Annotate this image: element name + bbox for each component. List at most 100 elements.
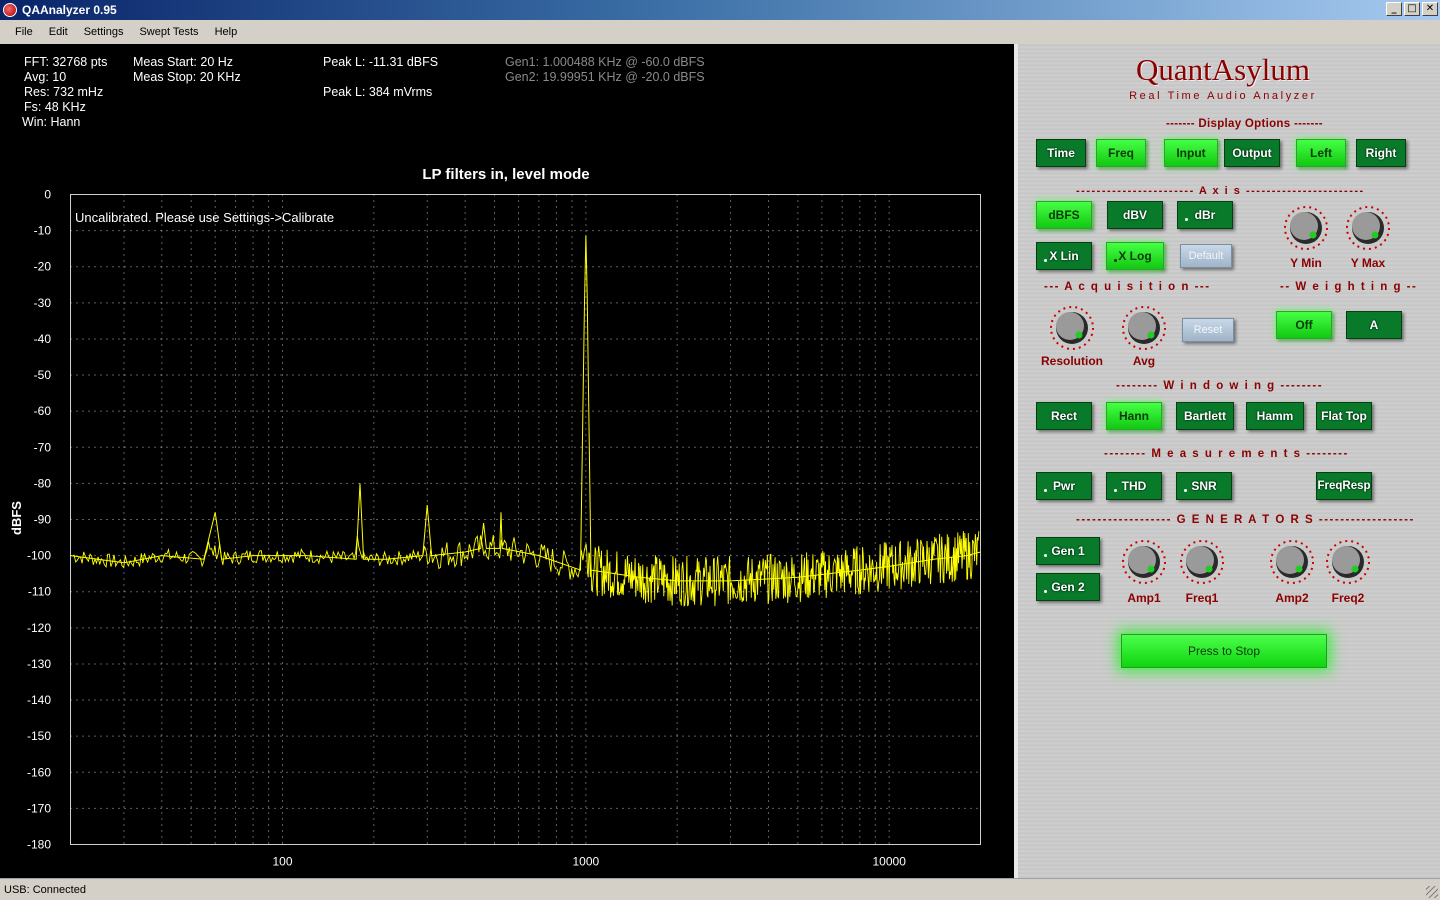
- y-tick-label: -110: [28, 585, 51, 599]
- generators-header: ------------------ G E N E R A T O R S -…: [1076, 514, 1415, 526]
- maximize-button[interactable]: □: [1404, 2, 1420, 16]
- noise-floor-trace: [72, 531, 980, 607]
- freq2-knob[interactable]: [1326, 540, 1370, 584]
- input-button[interactable]: Input: [1164, 139, 1218, 167]
- y-tick-label: -150: [27, 729, 51, 743]
- windowing-header: -------- W i n d o w i n g --------: [1116, 380, 1324, 392]
- amp1-label: Amp1: [1127, 591, 1161, 605]
- avg-knob[interactable]: [1122, 306, 1166, 350]
- resolution-label: Resolution: [1041, 354, 1103, 368]
- snr-indicator: [1184, 489, 1187, 492]
- close-button[interactable]: ✕: [1422, 2, 1438, 16]
- reset-button[interactable]: Reset: [1182, 318, 1234, 342]
- y-tick-label: -120: [27, 621, 51, 635]
- menu-settings[interactable]: Settings: [76, 26, 132, 38]
- hamm-window-button[interactable]: Hamm: [1246, 402, 1304, 430]
- dbr-indicator: [1185, 218, 1188, 221]
- x-lin-indicator: [1044, 259, 1047, 262]
- press-to-stop-button[interactable]: Press to Stop: [1121, 634, 1327, 668]
- thd-indicator: [1114, 489, 1117, 492]
- acquisition-header: --- A c q u i s i t i o n ---: [1044, 281, 1211, 293]
- axis-header: ----------------------- A x i s --------…: [1076, 185, 1365, 197]
- resolution-knob[interactable]: [1050, 306, 1094, 350]
- default-axis-button[interactable]: Default: [1180, 244, 1232, 268]
- x-lin-button[interactable]: X Lin: [1036, 242, 1092, 270]
- y-min-knob[interactable]: [1284, 206, 1328, 250]
- y-max-label: Y Max: [1350, 256, 1386, 270]
- app-icon: [3, 3, 17, 17]
- pwr-indicator: [1044, 489, 1047, 492]
- flat-top-window-button[interactable]: Flat Top: [1316, 402, 1372, 430]
- menu-help[interactable]: Help: [207, 26, 246, 38]
- menu-bar: File Edit Settings Swept Tests Help: [0, 20, 1440, 44]
- pwr-label: Pwr: [1052, 479, 1075, 493]
- y-tick-label: -100: [27, 549, 51, 563]
- y-tick-label: -40: [34, 332, 52, 346]
- y-tick-label: 0: [44, 188, 51, 202]
- x-log-button[interactable]: X Log: [1106, 242, 1164, 270]
- gen2-button[interactable]: Gen 2: [1036, 573, 1100, 601]
- freq1-knob[interactable]: [1180, 540, 1224, 584]
- spectrum-chart[interactable]: 0 -10 -20 -30 -40 -50 -60 -70 -80 -90 -100 -110 -120…: [0, 44, 1014, 878]
- y-tick-label: -60: [34, 404, 52, 418]
- knob-indicator: [1205, 565, 1213, 573]
- output-button[interactable]: Output: [1224, 139, 1280, 167]
- weighting-off-button[interactable]: Off: [1276, 311, 1332, 339]
- freq2-label: Freq2: [1331, 591, 1365, 605]
- window-title: QAAnalyzer 0.95: [22, 3, 117, 17]
- bartlett-window-button[interactable]: Bartlett: [1176, 402, 1234, 430]
- thd-button[interactable]: THD: [1106, 472, 1162, 500]
- amp2-knob[interactable]: [1270, 540, 1314, 584]
- display-options-header: ------- Display Options -------: [1166, 118, 1323, 130]
- resize-grip[interactable]: [1426, 886, 1438, 898]
- dbfs-button[interactable]: dBFS: [1036, 201, 1092, 229]
- right-channel-button[interactable]: Right: [1356, 139, 1406, 167]
- y-tick-label: -80: [34, 476, 52, 490]
- plot-frame: [70, 194, 981, 845]
- knob-indicator: [1147, 331, 1155, 339]
- dbr-button[interactable]: dBr: [1177, 201, 1233, 229]
- knob-indicator: [1147, 565, 1155, 573]
- hann-window-button[interactable]: Hann: [1106, 402, 1162, 430]
- menu-file[interactable]: File: [7, 26, 41, 38]
- gen1-label: Gen 1: [1051, 544, 1085, 558]
- y-max-knob[interactable]: [1346, 206, 1390, 250]
- amp1-knob[interactable]: [1122, 540, 1166, 584]
- control-panel: QuantAsylum Real Time Audio Analyzer ---…: [1014, 44, 1440, 878]
- freq-button[interactable]: Freq: [1096, 139, 1146, 167]
- y-min-label: Y Min: [1290, 256, 1322, 270]
- snr-label: SNR: [1191, 479, 1217, 493]
- dbv-button[interactable]: dBV: [1107, 201, 1163, 229]
- knob-indicator: [1371, 231, 1379, 239]
- time-button[interactable]: Time: [1036, 139, 1086, 167]
- app-window: QAAnalyzer 0.95 _ □ ✕ File Edit Settings…: [0, 0, 1440, 900]
- menu-edit[interactable]: Edit: [41, 26, 76, 38]
- chart-title: LP filters in, level mode: [422, 166, 589, 183]
- y-tick-label: -90: [34, 513, 52, 527]
- knob-indicator: [1351, 565, 1359, 573]
- spectrum-trace: [70, 235, 981, 582]
- left-channel-button[interactable]: Left: [1296, 139, 1346, 167]
- snr-button[interactable]: SNR: [1176, 472, 1232, 500]
- measurements-header: -------- M e a s u r e m e n t s -------…: [1104, 448, 1349, 460]
- brand-subtitle: Real Time Audio Analyzer: [1129, 90, 1317, 102]
- minimize-button[interactable]: _: [1386, 2, 1402, 16]
- y-tick-label: -70: [34, 440, 52, 454]
- x-tick-label: 10000: [873, 855, 907, 869]
- y-axis-label: dBFS: [9, 501, 24, 535]
- amp2-label: Amp2: [1275, 591, 1309, 605]
- menu-swept-tests[interactable]: Swept Tests: [131, 26, 206, 38]
- freq1-label: Freq1: [1185, 591, 1219, 605]
- freqresp-button[interactable]: FreqResp: [1316, 472, 1372, 500]
- y-tick-label: -130: [27, 657, 51, 671]
- x-tick-label: 1000: [573, 855, 600, 869]
- dbfs-label: dBFS: [1048, 208, 1080, 222]
- y-tick-label: -10: [34, 224, 52, 238]
- knob-indicator: [1309, 231, 1317, 239]
- gen1-button[interactable]: Gen 1: [1036, 537, 1100, 565]
- a-weighting-button[interactable]: A: [1346, 311, 1402, 339]
- pwr-button[interactable]: Pwr: [1036, 472, 1092, 500]
- x-lin-label: X Lin: [1049, 249, 1079, 263]
- rect-window-button[interactable]: Rect: [1036, 402, 1092, 430]
- brand-logo: QuantAsylum: [1136, 52, 1310, 87]
